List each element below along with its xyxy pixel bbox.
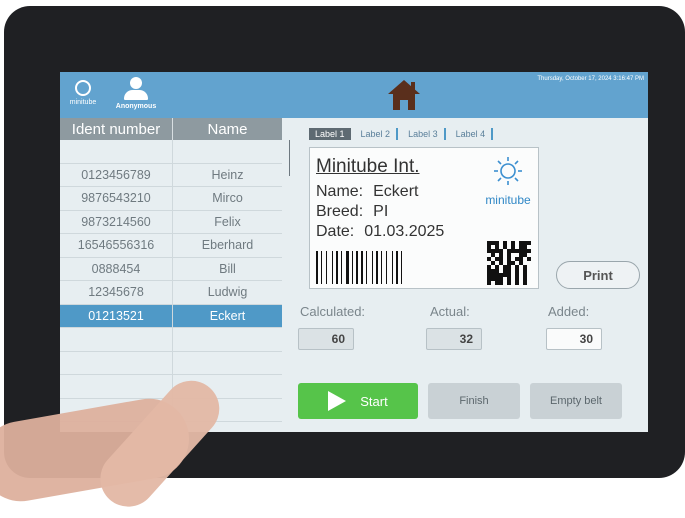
calculated-label: Calculated:: [300, 304, 366, 319]
name-cell: [173, 140, 282, 163]
ident-cell: 9876543210: [60, 187, 173, 210]
app-screen: minitube Anonymous Thursday, October 17,…: [60, 72, 648, 432]
vertical-divider: [289, 140, 290, 176]
label-breed-key: Breed:: [316, 203, 364, 220]
table-row[interactable]: 9873214560 Felix: [60, 210, 282, 234]
name-cell: [173, 328, 282, 351]
table-row[interactable]: [60, 351, 282, 375]
ident-cell: 0888454: [60, 257, 173, 280]
datetime-display: Thursday, October 17, 2024 3:16:47 PM: [537, 76, 644, 82]
added-label: Added:: [548, 304, 590, 319]
label-date-line: Date: 01.03.2025: [316, 223, 444, 241]
qr-code-icon: [487, 241, 531, 285]
label-breed-line: Breed: PI: [316, 203, 388, 221]
app-header: minitube Anonymous Thursday, October 17,…: [60, 72, 648, 118]
empty-belt-button[interactable]: Empty belt: [530, 383, 622, 419]
home-icon: [388, 80, 420, 110]
print-button[interactable]: Print: [556, 261, 640, 289]
ident-cell: [60, 140, 173, 163]
ident-cell: [60, 375, 173, 398]
home-button[interactable]: [386, 78, 422, 112]
label-name-key: Name:: [316, 183, 364, 200]
tab-label-4[interactable]: Label 4: [450, 128, 494, 140]
table-row[interactable]: 9876543210 Mirco: [60, 187, 282, 211]
minitube-logo: minitube: [66, 78, 100, 114]
play-icon: [328, 391, 347, 411]
name-cell: Bill: [219, 261, 236, 276]
ident-cell: 12345678: [60, 281, 173, 304]
user-account-button[interactable]: Anonymous: [112, 76, 160, 116]
ident-cell: 01213521: [60, 304, 173, 327]
name-cell: Heinz: [211, 167, 244, 182]
user-head-icon: [130, 77, 142, 89]
user-body-icon: [124, 90, 148, 100]
animal-table: Ident number Name 0123456789 Heinz 9876543…: [60, 118, 282, 432]
logo-text: minitube: [69, 99, 97, 106]
sun-logo-icon: [494, 157, 522, 185]
table-row[interactable]: [60, 140, 282, 164]
column-header-ident[interactable]: Ident number: [60, 118, 173, 140]
label-name-value: Eckert: [373, 183, 419, 200]
label-logo-text: minitube: [485, 193, 531, 207]
start-button[interactable]: Start: [298, 383, 418, 419]
column-header-name[interactable]: Name: [173, 118, 282, 140]
tab-label-2[interactable]: Label 2: [355, 128, 399, 140]
table-row[interactable]: 16546556316 Eberhard: [60, 234, 282, 258]
user-label: Anonymous: [115, 103, 157, 110]
logo-ring-icon: [75, 80, 91, 96]
actual-value: 32: [426, 328, 482, 350]
name-cell: Eberhard: [201, 238, 254, 253]
ident-cell: [60, 351, 173, 374]
label-name-line: Name: Eckert: [316, 183, 418, 201]
ident-cell: 0123456789: [60, 163, 173, 186]
label-company: Minitube Int.: [316, 156, 420, 177]
barcode-icon: [316, 251, 402, 284]
ident-cell: [60, 328, 173, 351]
label-logo: minitube: [480, 156, 536, 207]
table-row[interactable]: 12345678 Ludwig: [60, 281, 282, 305]
name-cell: Eckert: [209, 308, 246, 323]
label-preview: Minitube Int. Name: Eckert Breed: PI Date:…: [309, 147, 539, 289]
table-header: Ident number Name: [60, 118, 282, 140]
start-label: Start: [360, 393, 388, 409]
table-row[interactable]: 0888454 Bill: [60, 257, 282, 281]
label-breed-value: PI: [373, 203, 389, 220]
name-cell: Felix: [214, 214, 241, 229]
tab-label-3[interactable]: Label 3: [402, 128, 446, 140]
table-row[interactable]: 0123456789 Heinz: [60, 163, 282, 187]
label-date-key: Date:: [316, 223, 355, 240]
tab-label-1[interactable]: Label 1: [309, 128, 351, 140]
calculated-value: 60: [298, 328, 354, 350]
label-date-value: 01.03.2025: [364, 223, 445, 240]
actual-label: Actual:: [430, 304, 470, 319]
name-cell: Mirco: [212, 191, 243, 206]
name-cell: Ludwig: [207, 285, 248, 300]
table-row[interactable]: 01213521 Eckert: [60, 304, 282, 328]
ident-cell: 9873214560: [60, 210, 173, 233]
name-cell: [173, 352, 282, 375]
finish-button[interactable]: Finish: [428, 383, 520, 419]
label-tabs: Label 1 Label 2 Label 3 Label 4: [309, 128, 494, 140]
added-input[interactable]: 30: [546, 328, 602, 350]
table-row[interactable]: [60, 328, 282, 352]
ident-cell: 16546556316: [60, 234, 173, 257]
